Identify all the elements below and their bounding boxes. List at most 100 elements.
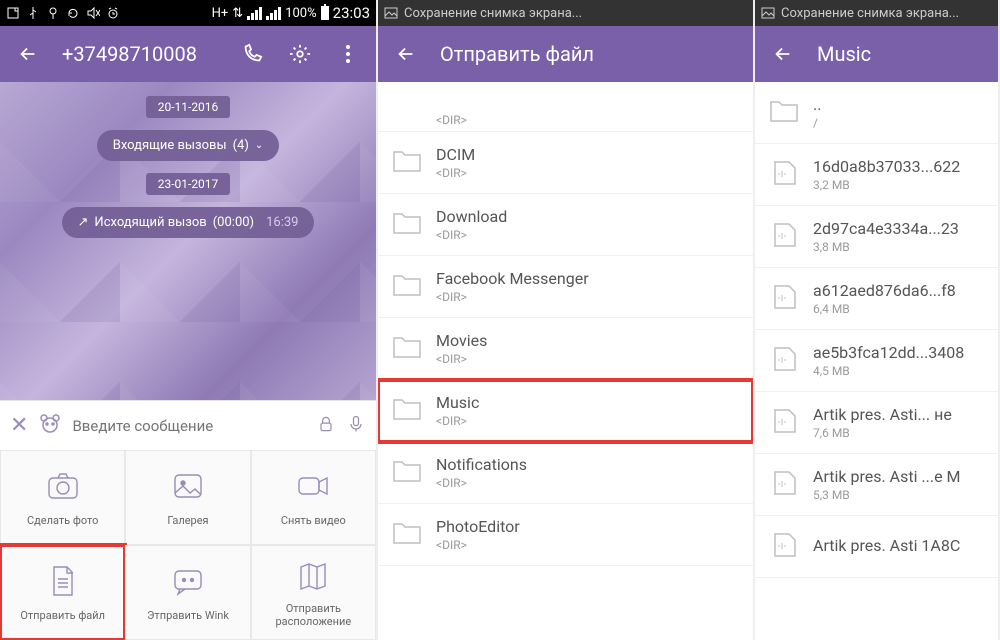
dir-name: DCIM (436, 145, 475, 164)
dir-row-music[interactable]: Music<DIR> (378, 380, 753, 442)
screenshot-icon (761, 6, 775, 20)
audio-row[interactable]: 16d0a8b37033...6223,2 MB (755, 144, 998, 206)
parent-dir-row[interactable]: .. / (755, 82, 998, 144)
file-name: a612aed876da6...f8 (813, 281, 956, 300)
dir-sub: <DIR> (436, 538, 520, 552)
message-input[interactable] (72, 417, 306, 435)
status-bar-3: Сохранение снимка экрана... (755, 0, 998, 26)
audio-file-icon (769, 346, 799, 376)
folder-icon (392, 520, 422, 550)
dir-row-download[interactable]: Download <DIR> (378, 194, 753, 256)
signal-icon (247, 7, 262, 20)
audio-row[interactable]: a612aed876da6...f8 6,4 MB (755, 268, 998, 330)
folder-icon (392, 210, 422, 240)
status-bar: H+ ⇅ 100% 23:03 (0, 0, 376, 26)
gallery-icon (170, 468, 206, 508)
menu-button[interactable] (334, 40, 362, 68)
dir-row-photoeditor[interactable]: PhotoEditor<DIR> (378, 504, 753, 566)
chat-body[interactable]: 20-11-2016 Входящие вызовы (4) ⌄ 23-01-2… (0, 82, 376, 400)
location-label: Отправить расположение (252, 603, 375, 627)
net-text: H+ (212, 6, 229, 21)
audio-row[interactable]: Artik pres. Asti ...e M 5,3 MB (755, 454, 998, 516)
usb-icon (26, 6, 40, 20)
audio-row[interactable]: Artik pres. Asti 1A8C (755, 516, 998, 578)
send-file-label: Отправить файл (20, 609, 105, 622)
file-name: ae5b3fca12dd...3408 (813, 343, 964, 362)
file-size: 5,3 MB (813, 488, 961, 502)
video-button[interactable]: Снять видео (251, 450, 376, 545)
audio-file-icon (769, 284, 799, 314)
dir-row-partial[interactable]: <DIR> (378, 82, 753, 132)
back-button[interactable] (14, 40, 42, 68)
attach-grid: Сделать фото Галерея Снять видео Отправи… (0, 450, 376, 640)
video-icon (295, 468, 331, 508)
pin-icon (46, 6, 60, 20)
dir-row-dcim[interactable]: DCIM <DIR> (378, 132, 753, 194)
mic-icon[interactable] (346, 413, 366, 439)
lock-icon[interactable] (316, 413, 336, 439)
dir-row-fbm[interactable]: Facebook Messenger <DIR> (378, 256, 753, 318)
parent-sub: / (813, 116, 821, 130)
file-size: 7,6 MB (813, 426, 952, 440)
incoming-calls-chip[interactable]: Входящие вызовы (4) ⌄ (97, 130, 280, 161)
mute-icon (86, 6, 100, 20)
take-photo-button[interactable]: Сделать фото (0, 450, 125, 545)
dir-sub: <DIR> (436, 414, 479, 428)
battery-icon (321, 6, 329, 20)
dir-name: Facebook Messenger (436, 269, 589, 288)
take-photo-label: Сделать фото (27, 514, 98, 527)
audio-file-icon (769, 160, 799, 190)
dir-row-movies[interactable]: Movies<DIR> (378, 318, 753, 380)
file-size: 6,4 MB (813, 302, 956, 316)
audio-file-icon (769, 408, 799, 438)
dir-sub: <DIR> (436, 166, 475, 180)
audio-row[interactable]: Artik pres. Asti... не7,6 MB (755, 392, 998, 454)
status-text-3: Сохранение снимка экрана... (781, 6, 959, 21)
incoming-count: (4) (233, 138, 249, 153)
phone-number[interactable]: +37498710008 (62, 42, 197, 66)
status-text-2: Сохранение снимка экрана... (404, 6, 582, 21)
dir-sub: <DIR> (436, 228, 507, 242)
dir-sub: <DIR> (436, 113, 467, 127)
alarm-icon (106, 6, 120, 20)
outgoing-arrow-icon: ↗ (78, 215, 89, 230)
file-size: 3,8 MB (813, 240, 959, 254)
status-left-icons (6, 6, 120, 20)
file-size: 3,2 MB (813, 178, 960, 192)
file-header-title: Отправить файл (440, 42, 594, 66)
close-icon[interactable]: ✕ (10, 413, 28, 438)
file-name: Artik pres. Asti ...e M (813, 467, 961, 486)
dir-row-notifications[interactable]: Notifications<DIR> (378, 442, 753, 504)
dir-sub: <DIR> (436, 476, 527, 490)
back-button-3[interactable] (769, 40, 797, 68)
gallery-button[interactable]: Галерея (125, 450, 250, 545)
battery-text: 100% (285, 6, 316, 21)
dir-name: Download (436, 207, 507, 226)
sticker-icon[interactable] (38, 412, 62, 440)
status-bar-2: Сохранение снимка экрана... (378, 0, 753, 26)
screen-2-files: Сохранение снимка экрана... Отправить фа… (378, 0, 755, 640)
back-button-2[interactable] (392, 40, 420, 68)
file-icon (45, 563, 81, 603)
dir-sub: <DIR> (436, 290, 589, 304)
music-list[interactable]: .. / 16d0a8b37033...6223,2 MB 2d97ca4e333… (755, 82, 998, 640)
wink-button[interactable]: Этправить Wink (125, 545, 250, 640)
map-icon (295, 557, 331, 597)
audio-row[interactable]: ae5b3fca12dd...34084,5 MB (755, 330, 998, 392)
call-button[interactable] (238, 40, 266, 68)
incoming-label: Входящие вызовы (113, 138, 227, 153)
file-list[interactable]: <DIR> DCIM <DIR> Download <DIR> Facebook M… (378, 82, 753, 640)
audio-file-icon (769, 222, 799, 252)
parent-name: .. (813, 95, 821, 114)
file-name: Artik pres. Asti 1A8C (813, 536, 960, 555)
message-input-bar: ✕ (0, 400, 376, 450)
settings-button[interactable] (286, 40, 314, 68)
audio-row[interactable]: 2d97ca4e3334a...233,8 MB (755, 206, 998, 268)
location-button[interactable]: Отправить расположение (251, 545, 376, 640)
music-header: Music (755, 26, 998, 82)
outgoing-call-chip[interactable]: ↗ Исходящий вызов (00:00) 16:39 (62, 207, 315, 238)
send-file-button[interactable]: Отправить файл (0, 545, 125, 640)
video-label: Снять видео (281, 514, 346, 527)
updown-icon: ⇅ (232, 6, 243, 21)
signal-2-icon (266, 7, 281, 20)
